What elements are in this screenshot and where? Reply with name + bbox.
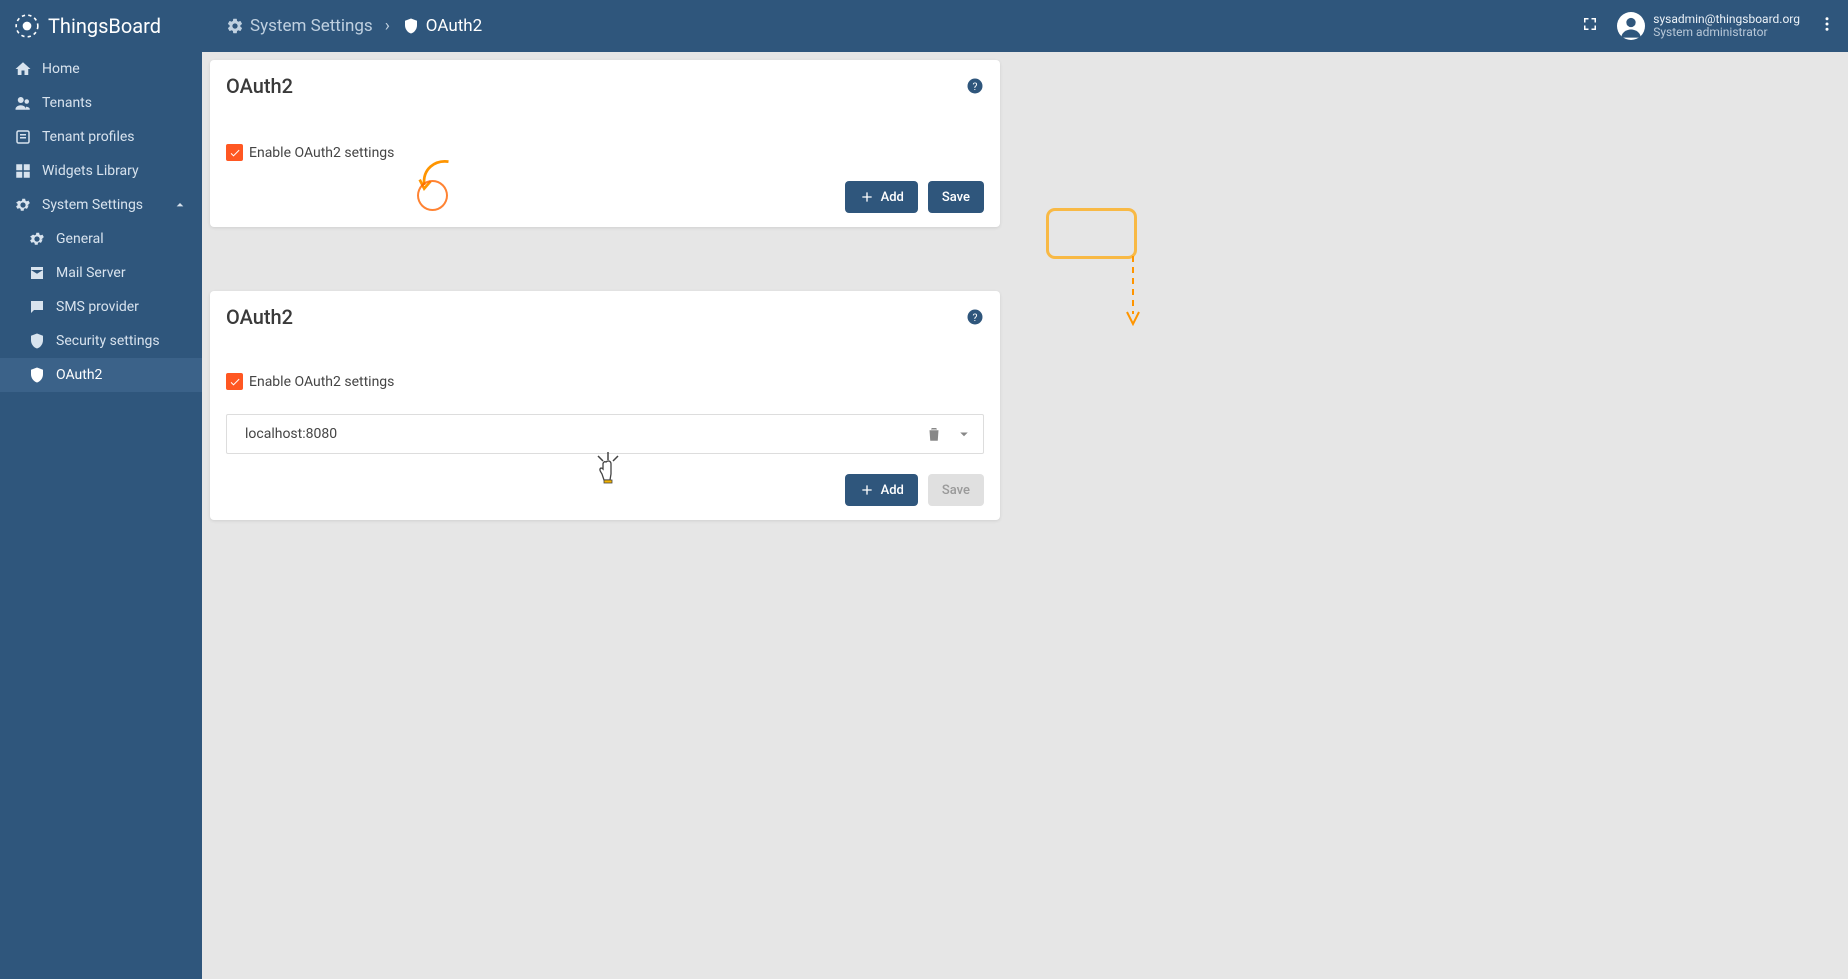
save-button[interactable]: Save (928, 181, 984, 213)
logo-text: ThingsBoard (48, 14, 161, 38)
sidebar-item-tenant-profiles[interactable]: Tenant profiles (0, 120, 202, 154)
card-title: OAuth2 (226, 305, 293, 329)
sidebar-item-label: Security settings (56, 333, 160, 349)
sidebar-item-label: Widgets Library (42, 163, 139, 179)
sidebar-sub-mail[interactable]: Mail Server (0, 256, 202, 290)
sidebar-item-label: Tenant profiles (42, 129, 135, 145)
annotation-ring-add (1049, 211, 1134, 256)
topbar: ThingsBoard System Settings › OAuth2 sys… (0, 0, 1848, 52)
tenant-profile-icon (14, 128, 32, 146)
sidebar-item-label: System Settings (42, 197, 143, 213)
sidebar-sub-security[interactable]: Security settings (0, 324, 202, 358)
card-title: OAuth2 (226, 74, 293, 98)
sidebar-sub-oauth2[interactable]: OAuth2 (0, 358, 202, 392)
sidebar-item-label: OAuth2 (56, 367, 102, 383)
sms-icon (28, 298, 46, 316)
plus-icon (859, 189, 875, 205)
user-role: System administrator (1653, 26, 1800, 39)
chevron-up-icon (172, 197, 188, 213)
sidebar-item-label: Home (42, 61, 80, 77)
add-button-label: Add (881, 483, 904, 498)
delete-icon[interactable] (925, 425, 943, 443)
sidebar-item-widgets[interactable]: Widgets Library (0, 154, 202, 188)
sidebar-item-home[interactable]: Home (0, 52, 202, 86)
gear-icon (14, 196, 32, 214)
oauth2-card-after: OAuth2 ? Enable OAuth2 settings localhos… (210, 291, 1000, 520)
thingsboard-logo-icon (14, 13, 40, 39)
home-icon (14, 60, 32, 78)
save-button-label: Save (942, 190, 970, 205)
help-icon[interactable]: ? (966, 77, 984, 95)
sidebar-item-system-settings[interactable]: System Settings (0, 188, 202, 222)
avatar-icon (1617, 12, 1645, 40)
chevron-down-icon[interactable] (955, 425, 973, 443)
enable-oauth2-label: Enable OAuth2 settings (249, 374, 394, 390)
user-menu[interactable]: sysadmin@thingsboard.org System administ… (1617, 12, 1800, 40)
shield-icon (28, 332, 46, 350)
annotation-arrow-dashed (1126, 256, 1140, 326)
domain-row[interactable]: localhost:8080 (226, 414, 984, 454)
svg-text:?: ? (973, 311, 978, 324)
enable-oauth2-label: Enable OAuth2 settings (249, 145, 394, 161)
sidebar-item-label: SMS provider (56, 299, 139, 315)
sidebar: Home Tenants Tenant profiles Widgets Lib… (0, 52, 202, 979)
enable-oauth2-checkbox[interactable] (226, 373, 243, 390)
sidebar-item-label: Mail Server (56, 265, 126, 281)
fullscreen-button[interactable] (1577, 11, 1603, 41)
domain-label: localhost:8080 (245, 426, 337, 442)
save-button: Save (928, 474, 984, 506)
sidebar-item-label: General (56, 231, 104, 247)
shield-icon (28, 366, 46, 384)
help-icon[interactable]: ? (966, 308, 984, 326)
more-vert-icon (1818, 15, 1836, 33)
breadcrumb-current: OAuth2 (426, 16, 482, 36)
gear-icon (28, 230, 46, 248)
sidebar-sub-sms[interactable]: SMS provider (0, 290, 202, 324)
shield-icon (402, 17, 420, 35)
breadcrumb-sep: › (385, 16, 390, 36)
add-button[interactable]: Add (845, 181, 918, 213)
enable-oauth2-checkbox[interactable] (226, 144, 243, 161)
more-button[interactable] (1814, 11, 1840, 41)
mail-icon (28, 264, 46, 282)
gear-icon (226, 17, 244, 35)
breadcrumb-parent[interactable]: System Settings (250, 16, 373, 36)
breadcrumb: System Settings › OAuth2 (226, 16, 482, 36)
supervisor-icon (14, 94, 32, 112)
add-button[interactable]: Add (845, 474, 918, 506)
add-button-label: Add (881, 190, 904, 205)
sidebar-sub-general[interactable]: General (0, 222, 202, 256)
oauth2-card-before: OAuth2 ? Enable OAuth2 settings Add Sav (210, 60, 1000, 227)
svg-text:?: ? (973, 80, 978, 93)
check-icon (229, 147, 241, 159)
save-button-label: Save (942, 483, 970, 498)
sidebar-item-tenants[interactable]: Tenants (0, 86, 202, 120)
widgets-icon (14, 162, 32, 180)
sidebar-item-label: Tenants (42, 95, 92, 111)
logo[interactable]: ThingsBoard (14, 13, 202, 39)
main-content: OAuth2 ? Enable OAuth2 settings Add Sav (202, 52, 1848, 979)
fullscreen-icon (1581, 15, 1599, 33)
plus-icon (859, 482, 875, 498)
check-icon (229, 376, 241, 388)
